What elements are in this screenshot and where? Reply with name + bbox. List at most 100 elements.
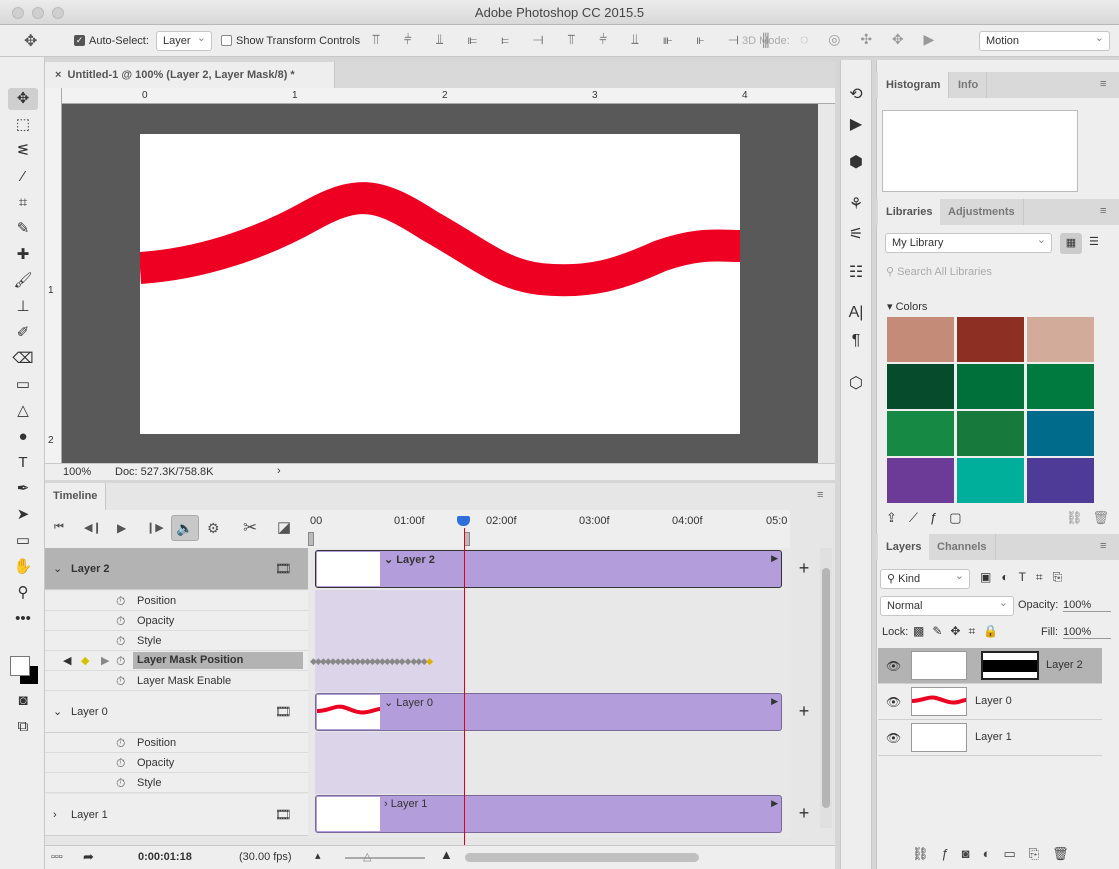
layer-row-layer-0[interactable]: 👁 Layer 0 — [878, 684, 1102, 720]
property-row[interactable]: ⏱ Layer Mask Enable — [45, 671, 308, 691]
foreground-color-swatch[interactable] — [10, 656, 30, 676]
close-tab-icon[interactable]: × — [55, 69, 68, 81]
tab-adjustments[interactable]: Adjustments — [940, 199, 1024, 225]
document-canvas[interactable] — [140, 134, 740, 434]
layer-filter-dropdown[interactable]: ⚲ Kind — [880, 567, 970, 589]
eraser-tool[interactable]: ⌫ — [8, 348, 38, 370]
stopwatch-icon[interactable]: ⏱ — [116, 631, 125, 651]
paragraph-icon[interactable]: ¶ — [842, 332, 870, 350]
add-media-button[interactable]: + — [797, 558, 811, 579]
lock-icons[interactable]: ▩✎✥⌗🔒 — [913, 624, 1006, 639]
vertical-scrollbar[interactable] — [818, 104, 835, 463]
zoom-slider[interactable] — [345, 857, 425, 859]
history-icon[interactable]: ⟲ — [842, 84, 870, 104]
color-swatch[interactable] — [1027, 317, 1094, 362]
settings-gear-icon[interactable]: ⚙ — [207, 520, 220, 537]
close-window-button[interactable] — [12, 7, 24, 19]
timeline-layer-header[interactable]: ⌄ Layer 2 🎞 — [45, 548, 308, 590]
stopwatch-icon[interactable]: ⏱ — [116, 611, 125, 631]
layer-clip[interactable]: ⌄ Layer 2 ▶ — [315, 550, 782, 588]
property-row[interactable]: ⏱ Opacity — [45, 753, 308, 773]
library-search[interactable]: ⚲ Search All Libraries — [886, 265, 992, 278]
magic-wand-tool[interactable]: ⁄ — [8, 166, 38, 188]
timeline-layer-header[interactable]: › Layer 1 🎞 — [45, 794, 308, 836]
stopwatch-icon[interactable]: ⏱ — [116, 651, 125, 671]
tab-channels[interactable]: Channels — [929, 534, 996, 560]
pen-tool[interactable]: ✒ — [8, 478, 38, 500]
work-area-start-handle[interactable] — [308, 532, 314, 546]
add-media-button[interactable]: + — [797, 701, 811, 722]
transition-icon[interactable]: ◪ — [277, 518, 291, 536]
show-transform-checkbox[interactable] — [221, 35, 232, 46]
document-tab[interactable]: × Untitled-1 @ 100% (Layer 2, Layer Mask… — [45, 62, 335, 88]
clone-source-icon[interactable]: ☷ — [842, 262, 870, 282]
zoom-level[interactable]: 100% — [63, 466, 91, 478]
layer-row-layer-1[interactable]: 👁 Layer 1 — [878, 720, 1102, 756]
dodge-tool[interactable]: ● — [8, 426, 38, 448]
horizontal-scrollbar[interactable] — [465, 853, 699, 862]
library-dropdown[interactable]: My Library — [885, 231, 1052, 253]
property-row[interactable]: ⏱ Position — [45, 591, 308, 611]
color-swatch[interactable] — [1027, 411, 1094, 456]
film-icon[interactable]: 🎞 — [275, 794, 292, 836]
color-swatch[interactable] — [1027, 364, 1094, 409]
lasso-tool[interactable]: ᓬ — [8, 140, 38, 162]
type-tool[interactable]: T — [8, 452, 38, 474]
color-swatch[interactable] — [1027, 458, 1094, 503]
marquee-tool[interactable]: ⬚ — [8, 114, 38, 136]
tab-histogram[interactable]: Histogram — [878, 72, 950, 98]
library-sync-trash-icons[interactable]: ⛓🗑 — [1066, 510, 1119, 526]
property-row-layer-mask-position[interactable]: ◀ ◆ ▶ ⏱ Layer Mask Position — [45, 651, 308, 671]
time-ruler[interactable]: 00 01:00f 02:00f 03:00f 04:00f 05:0 — [308, 510, 790, 548]
color-swatch[interactable] — [887, 364, 954, 409]
stamp-tool[interactable]: ⊥ — [8, 296, 38, 318]
layers-footer-icons[interactable]: ⛓ƒ◙◐▭⎘🗑 — [912, 846, 1082, 862]
color-swatch[interactable] — [957, 458, 1024, 503]
convert-frame-animation-icon[interactable]: ▫▫▫ — [51, 851, 63, 863]
stopwatch-icon[interactable]: ⏱ — [116, 671, 125, 691]
auto-select-checkbox[interactable]: ✓ — [74, 35, 85, 46]
panel-menu-icon[interactable]: ≡ — [1100, 78, 1106, 90]
opacity-field[interactable]: 100% — [1063, 599, 1111, 612]
rectangle-tool[interactable]: ▭ — [8, 530, 38, 552]
path-selection-tool[interactable]: ➤ — [8, 504, 38, 526]
history-brush-tool[interactable]: ✐ — [8, 322, 38, 344]
color-swatch[interactable] — [887, 411, 954, 456]
color-swatch[interactable] — [957, 364, 1024, 409]
brush-tool[interactable]: 🖌 — [8, 270, 38, 292]
list-view-icon[interactable]: ☰ — [1089, 235, 1099, 248]
move-tool[interactable]: ✥ — [8, 88, 38, 110]
more-tools[interactable]: ••• — [8, 608, 38, 630]
panel-menu-icon[interactable]: ≡ — [1100, 540, 1106, 552]
split-scissors-icon[interactable]: ✂ — [243, 518, 257, 538]
stopwatch-icon[interactable]: ⏱ — [116, 591, 125, 611]
previous-frame-icon[interactable]: ◀❙ — [84, 521, 102, 534]
stopwatch-icon[interactable]: ⏱ — [116, 753, 125, 773]
brush-settings-icon[interactable]: ⚟ — [842, 224, 870, 244]
keyframes[interactable]: ◆◆◆◆◆◆◆◆◆◆◆◆◆◆◆◆◆◆◆ ◆ ◆◆ ◆ ◆ — [310, 653, 470, 669]
zoom-out-icon[interactable]: ▴ — [315, 849, 321, 862]
panel-menu-icon[interactable]: ≡ — [1100, 205, 1106, 217]
crop-tool[interactable]: ⌗ — [8, 192, 38, 214]
zoom-slider-thumb[interactable]: △ — [363, 850, 371, 863]
fill-field[interactable]: 100% — [1063, 626, 1111, 639]
color-swatch[interactable] — [957, 411, 1024, 456]
layer-filter-icons[interactable]: ▣◐T⌗⎘ — [980, 570, 1072, 585]
library-footer-icons[interactable]: ⇪⟋ƒ▢ — [886, 510, 974, 526]
color-swatch[interactable] — [887, 317, 954, 362]
first-frame-icon[interactable]: ⏮ — [54, 521, 64, 534]
quick-mask-button[interactable]: ◙ — [8, 690, 38, 712]
status-menu-arrow[interactable]: › — [277, 465, 281, 477]
visibility-eye-icon[interactable]: 👁 — [886, 731, 901, 745]
layer-clip[interactable]: ⌄ Layer 0 ▶ — [315, 693, 782, 731]
healing-tool[interactable]: ✚ — [8, 244, 38, 266]
stopwatch-icon[interactable]: ⏱ — [116, 773, 125, 793]
tab-libraries[interactable]: Libraries — [878, 199, 942, 225]
3d-mode-icons[interactable]: ◌ ◎ ✣ ✥ ▶ — [800, 31, 942, 48]
minimize-window-button[interactable] — [32, 7, 44, 19]
zoom-window-button[interactable] — [52, 7, 64, 19]
property-row[interactable]: ⏱ Style — [45, 773, 308, 793]
layer-mask-thumbnail[interactable] — [981, 651, 1039, 680]
film-icon[interactable]: 🎞 — [275, 548, 292, 590]
stopwatch-icon[interactable]: ⏱ — [116, 733, 125, 753]
